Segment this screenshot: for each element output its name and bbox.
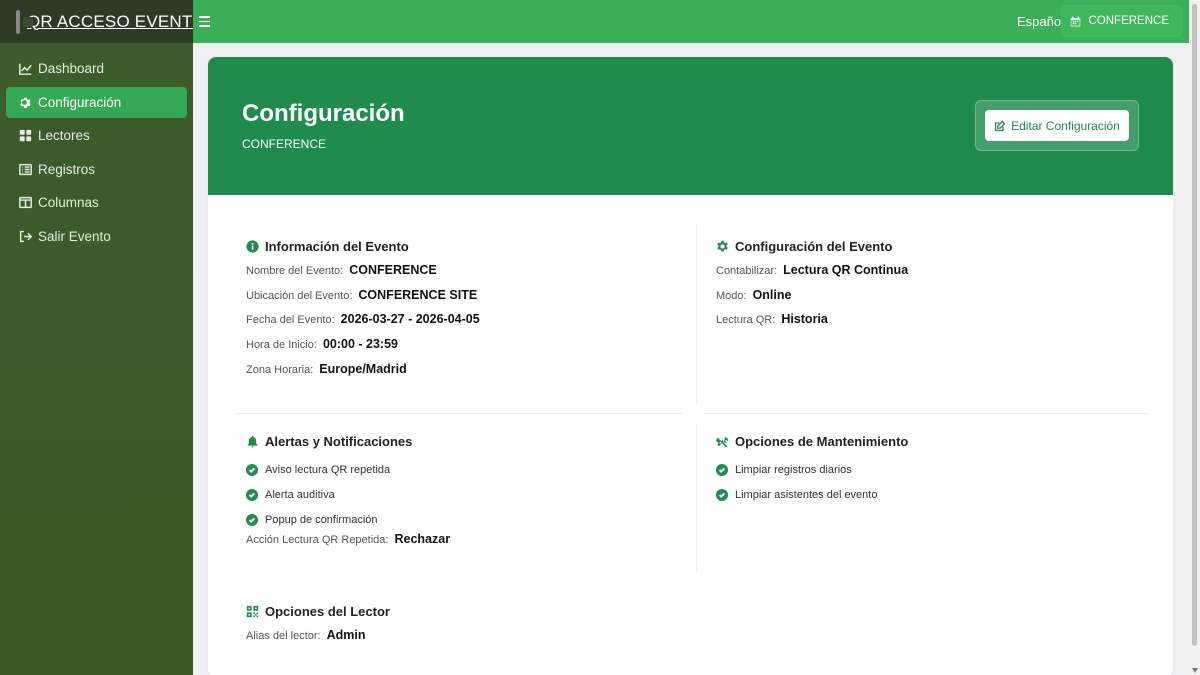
alert-row: Acción Lectura QR Repetida: Rechazar — [246, 532, 451, 547]
topbar: Español CONFERENCE — [193, 0, 1189, 43]
divider — [234, 413, 682, 414]
config-row: Lectura QR: Historia — [716, 312, 828, 327]
config-row: Contabilizar: Lectura QR Continua — [716, 263, 909, 277]
reader-row: Alias del lector: Admin — [246, 628, 366, 642]
bell-icon — [247, 435, 258, 448]
list-icon — [19, 163, 32, 176]
scroll-down-arrow-icon[interactable] — [1192, 668, 1198, 673]
check-circle-icon — [716, 464, 728, 477]
alert-check-item: Popup de confirmación — [246, 507, 686, 532]
divider — [704, 413, 1150, 414]
sidebar-item-registros[interactable]: Registros — [6, 154, 187, 185]
divider — [696, 225, 697, 403]
alert-check-item: Alerta auditiva — [246, 483, 686, 508]
event-selector[interactable]: CONFERENCE — [1062, 6, 1181, 36]
event-selector-label: CONFERENCE — [1088, 15, 1169, 27]
edit-button-wrapper: Editar Configuración — [975, 100, 1139, 151]
section-title: Opciones de Mantenimiento — [735, 434, 909, 449]
main-card: Configuración CONFERENCE Editar Configur… — [208, 57, 1173, 675]
reader-section: Opciones del Lector Alias del lector: Adm… — [246, 604, 686, 653]
info-icon — [246, 240, 259, 253]
maintenance-section: Opciones de Mantenimiento Limpiar regist… — [716, 434, 1146, 507]
sidebar-nav: Dashboard Configuración Lectores Registr… — [0, 43, 193, 252]
event-info-section: Información del Evento Nombre del Evento… — [246, 239, 686, 386]
sidebar-item-label: Columnas — [38, 195, 99, 210]
sign-out-icon — [19, 230, 32, 243]
maintenance-check-item: Limpiar asistentes del evento — [716, 483, 1146, 508]
sidebar-item-label: Registros — [38, 161, 96, 177]
sidebar: QR ACCESO EVENTO Dashboard Configuración… — [0, 0, 205, 675]
sidebar-item-label: Dashboard — [38, 61, 105, 76]
alert-check-item: Aviso lectura QR repetida — [246, 458, 686, 483]
page-title: Configuración — [242, 100, 405, 127]
section-title: Información del Evento — [265, 239, 409, 254]
check-circle-icon — [246, 464, 258, 477]
info-row: Nombre del Evento: CONFERENCE — [246, 263, 437, 277]
sidebar-item-label: Salir Evento — [38, 228, 111, 244]
gear-icon — [19, 96, 32, 109]
info-row: Hora de Inicio: 00:00 - 23:59 — [246, 337, 398, 352]
sidebar-item-salir-evento[interactable]: Salir Evento — [6, 221, 187, 252]
menu-toggle-icon[interactable] — [199, 12, 221, 30]
section-title: Opciones del Lector — [265, 604, 390, 619]
calendar-icon — [1071, 16, 1081, 26]
config-row: Modo: Online — [716, 287, 792, 302]
app-logo-icon — [16, 9, 33, 34]
sidebar-item-configuracion[interactable]: Configuración — [6, 86, 187, 118]
edit-config-label: Editar Configuración — [1011, 118, 1120, 133]
sidebar-item-columnas[interactable]: Columnas — [6, 187, 187, 218]
divider — [696, 425, 697, 573]
brand[interactable]: QR ACCESO EVENTO — [0, 0, 205, 43]
edit-icon — [994, 120, 1006, 131]
sidebar-item-lectores[interactable]: Lectores — [6, 120, 187, 151]
info-row: Zona Horaria: Europe/Madrid — [246, 361, 407, 376]
page-subtitle: CONFERENCE — [242, 137, 327, 151]
check-circle-icon — [246, 489, 258, 502]
section-title: Configuración del Evento — [735, 239, 893, 254]
page-header: Configuración CONFERENCE Editar Configur… — [208, 57, 1173, 195]
check-circle-icon — [716, 489, 728, 502]
app-title[interactable]: QR ACCESO EVENTO — [27, 12, 206, 32]
event-config-section: Configuración del Evento Contabilizar: Le… — [716, 239, 1146, 337]
info-row: Ubicación del Evento: CONFERENCE SITE — [246, 287, 478, 302]
check-circle-icon — [246, 513, 258, 526]
info-row: Fecha del Evento: 2026-03-27 - 2026-04-05 — [246, 312, 480, 327]
chart-line-icon — [19, 62, 32, 75]
tools-icon — [716, 437, 729, 448]
page-scrollbar[interactable] — [1189, 0, 1200, 675]
sidebar-item-dashboard[interactable]: Dashboard — [6, 53, 187, 84]
alerts-section: Alertas y Notificaciones Aviso lectura Q… — [246, 434, 686, 557]
grid-icon — [19, 129, 32, 142]
scrollbar-thumb[interactable] — [1192, 4, 1197, 646]
section-title: Alertas y Notificaciones — [265, 434, 413, 449]
maintenance-check-item: Limpiar registros diarios — [716, 458, 1146, 483]
columns-icon — [19, 196, 32, 209]
gear-icon — [717, 240, 728, 252]
edit-config-button[interactable]: Editar Configuración — [985, 110, 1129, 141]
qr-code-icon — [246, 605, 259, 618]
sidebar-item-label: Configuración — [38, 94, 122, 110]
sidebar-item-label: Lectores — [38, 128, 90, 143]
language-selector[interactable]: Español — [1017, 14, 1064, 29]
